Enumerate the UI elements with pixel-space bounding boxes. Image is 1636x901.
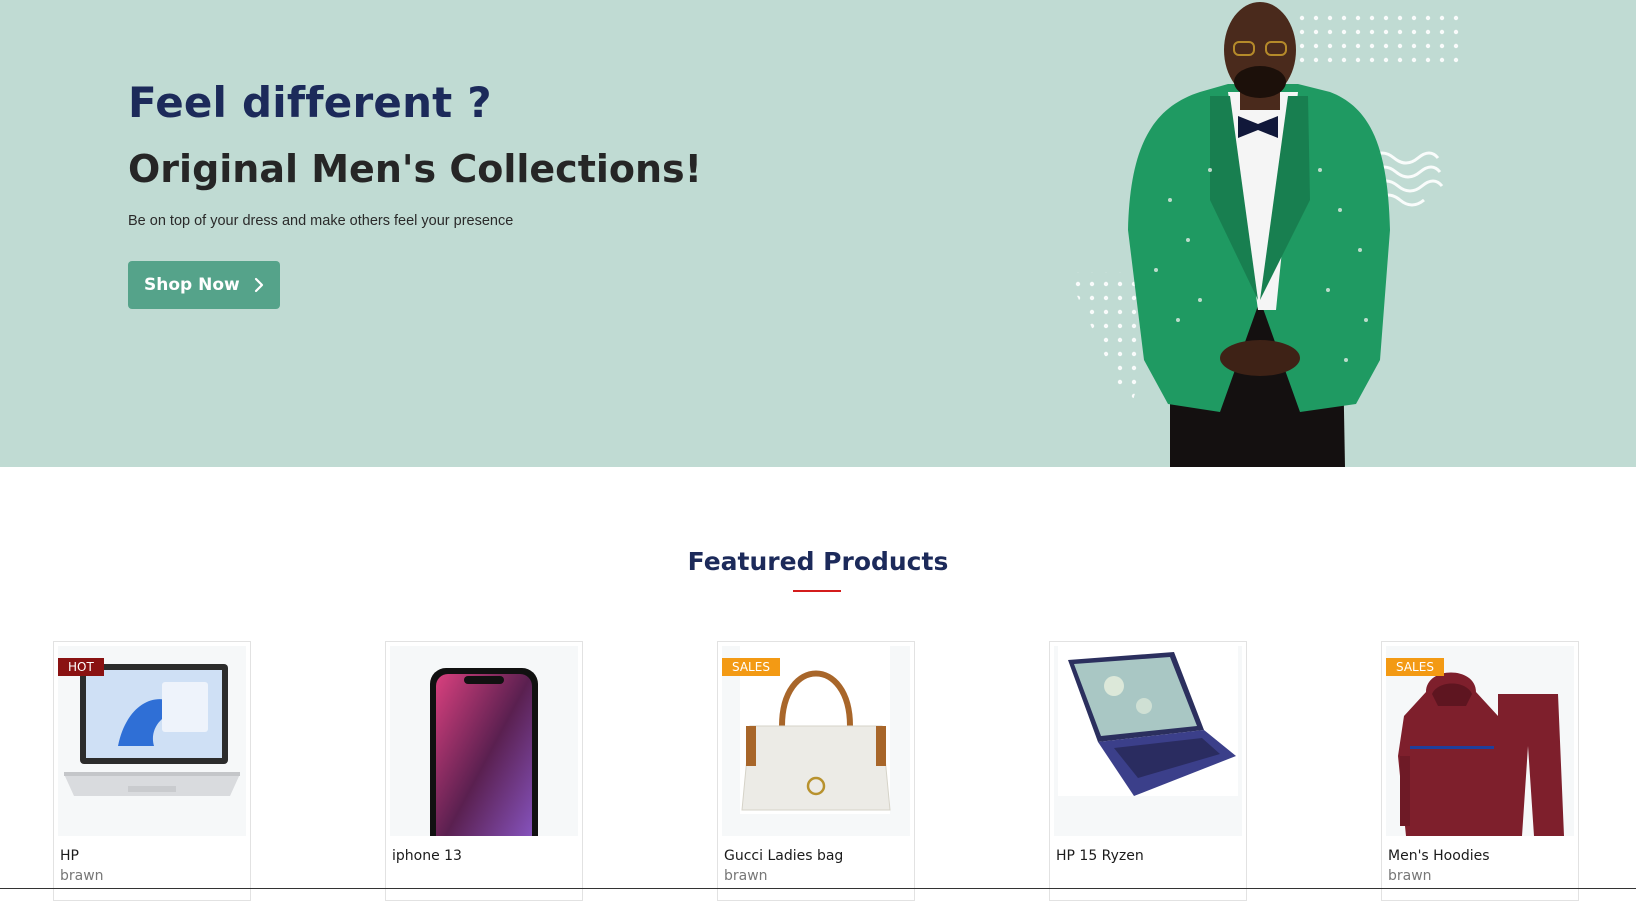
phone-image [430,668,538,836]
shop-now-label: Shop Now [144,275,240,295]
product-image-iphone-13[interactable] [390,646,578,836]
hero-tagline: Be on top of your dress and make others … [128,213,514,229]
hero-text-block: Feel different ? Original Men's Collecti… [128,78,702,309]
product-name[interactable]: Men's Hoodies [1388,848,1490,864]
product-name[interactable]: iphone 13 [392,848,462,864]
product-card-hp-15-ryzen[interactable]: HP 15 Ryzen [1049,641,1247,901]
product-name[interactable]: HP [60,848,79,864]
product-name[interactable]: HP 15 Ryzen [1056,848,1144,864]
product-name[interactable]: Gucci Ladies bag [724,848,843,864]
product-brand: brawn [60,868,104,884]
sales-badge: SALES [1386,658,1444,676]
dot-pattern-top [1292,12,1460,68]
product-card-mens-hoodies[interactable]: SALES Men's Hoodies brawn [1381,641,1579,901]
product-card-iphone-13[interactable]: iphone 13 [385,641,583,901]
title-underline [793,590,841,592]
hero-model-image [1066,2,1460,467]
shop-now-button[interactable]: Shop Now [128,261,280,309]
blue-laptop-image [1058,646,1238,796]
sales-badge: SALES [722,658,780,676]
hands [1220,340,1300,376]
hot-badge: HOT [58,658,104,676]
product-brand: brawn [724,868,768,884]
hero-headline: Feel different ? [128,78,492,127]
featured-products-title: Featured Products [687,547,949,576]
product-image-hp-15-ryzen[interactable] [1054,646,1242,836]
product-brand: brawn [1388,868,1432,884]
beard [1234,66,1286,98]
product-card-hp[interactable]: HOT HP brawn [53,641,251,901]
chevron-right-icon [254,277,263,293]
product-card-gucci-ladies-bag[interactable]: SALES Gucci Ladies bag brawn [717,641,915,901]
hero-banner: Feel different ? Original Men's Collecti… [0,0,1636,467]
hero-subheadline: Original Men's Collections! [128,147,703,191]
